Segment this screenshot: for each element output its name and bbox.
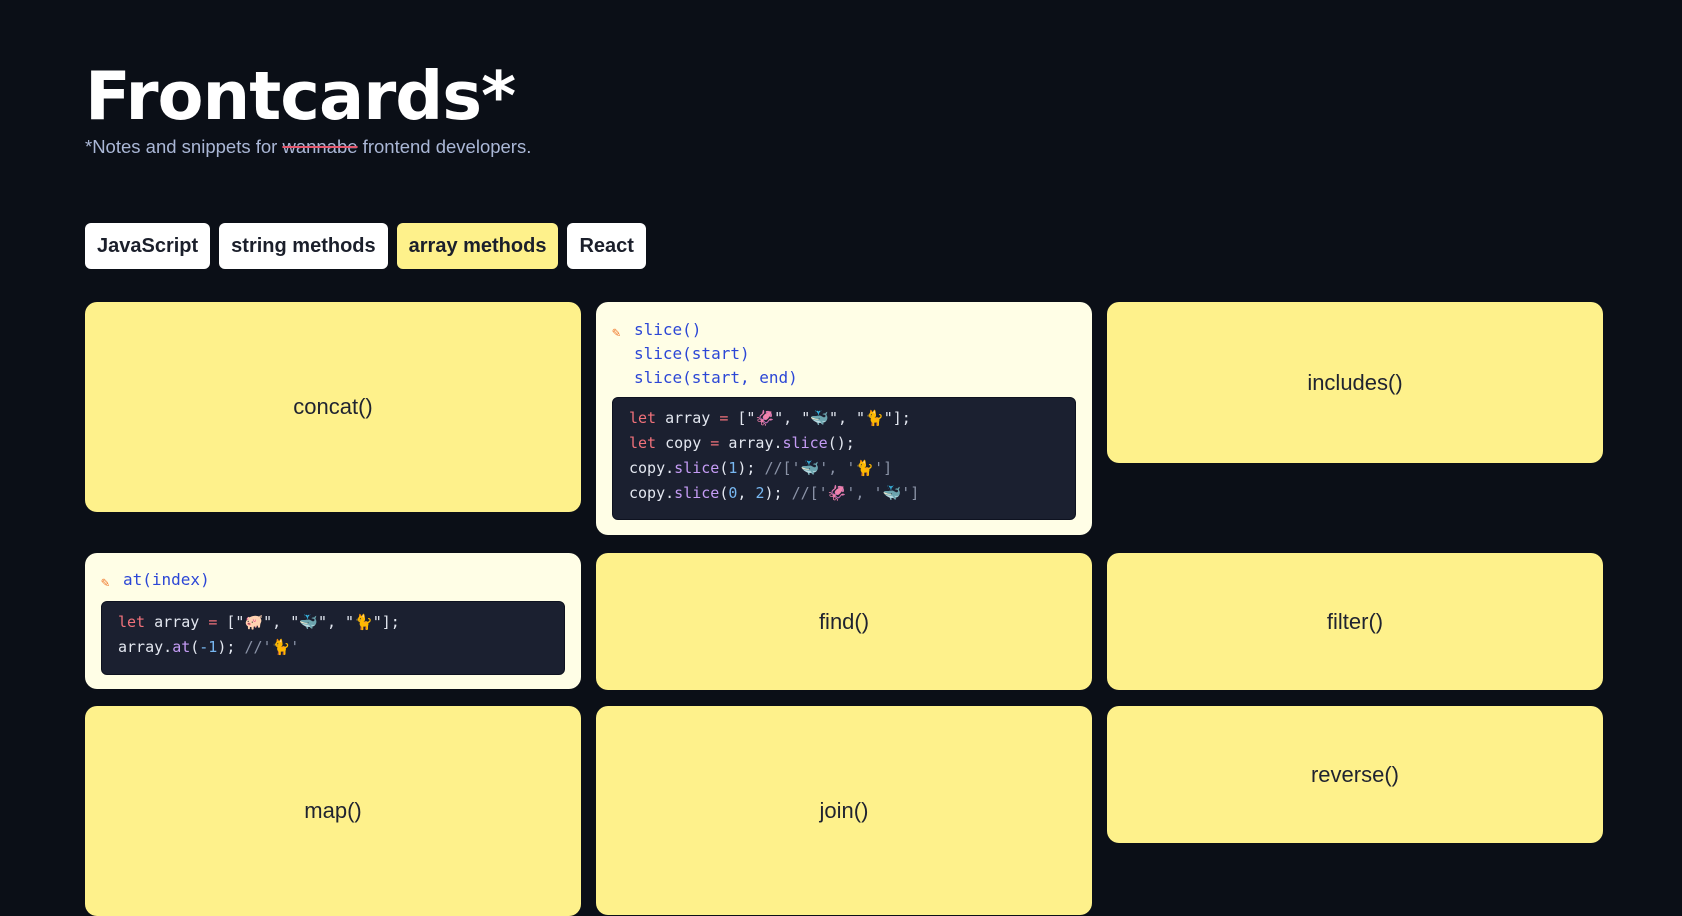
page-title: Frontcards* [85,57,516,135]
code-line: copy.slice(1); //['🐳', '🐈'] [629,459,893,477]
page-subtitle: *Notes and snippets for wannabe frontend… [85,136,532,157]
code-line: let array = ["🦑", "🐳", "🐈"]; [629,409,911,427]
pig-emoji: 🐖 [244,613,264,631]
card-label: includes() [1307,369,1403,395]
tag-string-methods[interactable]: string methods [219,223,388,269]
struck-word: wannabe [282,136,358,157]
card-label: join() [819,797,869,823]
card-reverse[interactable]: reverse() [1107,706,1603,843]
tag-javascript[interactable]: JavaScript [85,223,211,269]
card-concat[interactable]: concat() [85,302,581,512]
card-label: find() [818,608,870,634]
whale-emoji: 🐳 [810,409,829,427]
code-line: let copy = array.slice(); [629,434,855,452]
method-signatures: ✎ slice() slice(start) slice(start, end) [612,320,798,387]
card-join[interactable]: join() [596,706,1092,915]
squid-emoji: 🦑 [755,409,775,427]
tag-react[interactable]: React [567,223,646,269]
card-map[interactable]: map() [85,706,581,916]
tag-array-methods[interactable]: array methods [396,223,559,269]
method-signatures: ✎ at(index) [85,568,581,592]
card-label: filter() [1326,608,1384,634]
cat-emoji: 🐈 [865,409,884,427]
header: Frontcards* *Notes and snippets for wann… [85,58,531,158]
cat-emoji: 🐈 [354,613,373,631]
card-label: reverse() [1310,761,1399,787]
tag-filter-bar: JavaScript string methods array methods … [85,223,646,269]
code-snippet: let array = ["🐖", "🐳", "🐈"]; array.at(-1… [101,601,565,675]
card-filter[interactable]: filter() [1107,553,1603,690]
card-slice[interactable]: ✎ slice() slice(start) slice(start, end) … [596,302,1092,535]
card-includes[interactable]: includes() [1107,302,1603,463]
card-label: map() [304,798,362,823]
code-line: copy.slice(0, 2); //['🦑', '🐳'] [629,484,920,502]
code-line: array.at(-1); //'🐈' [118,638,300,656]
whale-emoji: 🐳 [299,613,318,631]
pencil-icon[interactable]: ✎ [101,571,109,595]
card-find[interactable]: find() [596,553,1092,690]
card-label: concat() [293,394,373,419]
code-line: let array = ["🐖", "🐳", "🐈"]; [118,613,400,631]
card-at[interactable]: ✎ at(index) let array = ["🐖", "🐳", "🐈"]; … [85,553,581,689]
code-snippet: let array = ["🦑", "🐳", "🐈"]; let copy = … [612,397,1076,520]
